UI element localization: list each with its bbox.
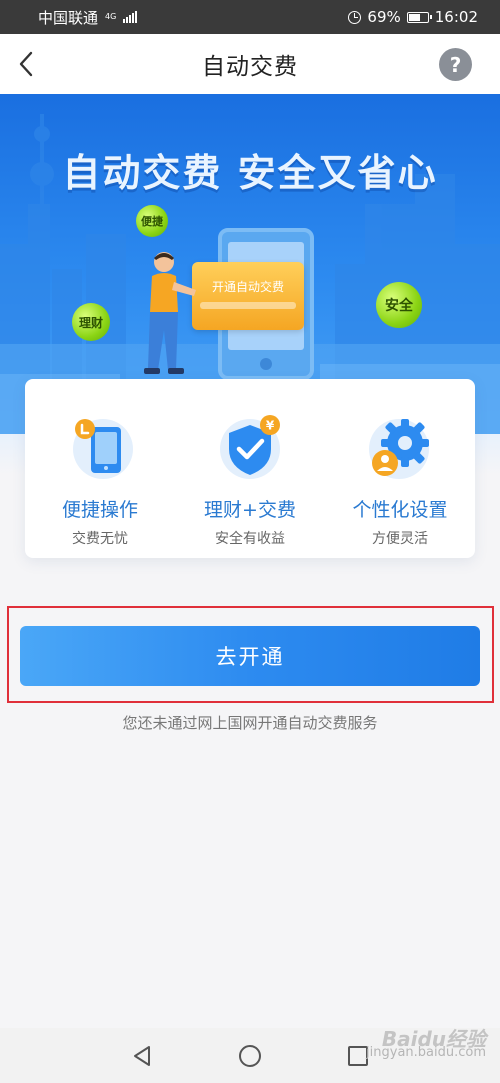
phone-icon — [65, 411, 135, 481]
feature-title: 理财+交费 — [204, 499, 296, 521]
watermark-url: jingyan.baidu.com — [366, 1045, 486, 1060]
feature-subtitle: 方便灵活 — [372, 531, 428, 547]
signal-icon — [123, 11, 138, 23]
page-title: 自动交费 — [202, 54, 298, 80]
back-button[interactable] — [10, 48, 42, 80]
card-label: 开通自动交费 — [211, 280, 284, 294]
battery-fill — [408, 13, 421, 21]
triangle-back-icon — [134, 1045, 150, 1066]
battery-icon — [406, 11, 432, 23]
network-type-label: 4G — [105, 12, 117, 21]
bubble-convenient: 便捷 — [136, 205, 168, 237]
person-illustration — [144, 252, 196, 374]
svg-text:¥: ¥ — [266, 419, 275, 433]
feature-title: 个性化设置 — [352, 499, 448, 521]
payment-card-illustration: 开通自动交费 — [192, 262, 304, 330]
clock: 16:02 — [434, 8, 478, 26]
status-right: 69% 16:02 — [348, 8, 478, 26]
features-card: 便捷操作 交费无忧 ¥ 理财+交费 安全有收益 个性化设置 方便灵活 — [25, 379, 475, 558]
activation-notice: 您还未通过网上国网开通自动交费服务 — [122, 714, 378, 732]
hero-headline: 自动交费 安全又省心 — [62, 151, 438, 195]
nav-back-button[interactable] — [127, 1041, 157, 1071]
alarm-icon — [348, 10, 362, 24]
feature-title: 便捷操作 — [61, 499, 138, 521]
baidu-watermark: Baidu经验 jingyan.baidu.com — [366, 1027, 486, 1060]
feature-finance[interactable]: ¥ 理财+交费 安全有收益 — [175, 379, 325, 558]
bubble-finance: 理财 — [72, 303, 110, 341]
battery-percent: 69% — [367, 8, 401, 26]
activate-button[interactable]: 去开通 — [20, 626, 480, 686]
chevron-left-icon — [19, 51, 33, 77]
feature-convenient[interactable]: 便捷操作 交费无忧 — [25, 379, 175, 558]
bubble-safe: 安全 — [376, 282, 422, 328]
watermark-brand: Baidu经验 — [381, 1027, 486, 1051]
feature-settings[interactable]: 个性化设置 方便灵活 — [325, 379, 475, 558]
help-button[interactable]: ? — [439, 48, 472, 81]
phone-home-button — [260, 358, 272, 370]
status-bar: 中国联通 4G 69% 16:02 — [0, 0, 500, 34]
status-left: 中国联通 4G — [38, 7, 138, 28]
feature-subtitle: 交费无忧 — [72, 531, 128, 547]
shield-check-icon: ¥ — [215, 411, 285, 481]
card-stripe — [200, 302, 296, 309]
circle-home-icon — [239, 1044, 261, 1067]
nav-home-button[interactable] — [235, 1041, 265, 1071]
gear-user-icon — [365, 411, 435, 481]
carrier-label: 中国联通 — [38, 8, 99, 27]
app-header: 自动交费 ? — [0, 34, 500, 94]
feature-subtitle: 安全有收益 — [215, 531, 285, 547]
